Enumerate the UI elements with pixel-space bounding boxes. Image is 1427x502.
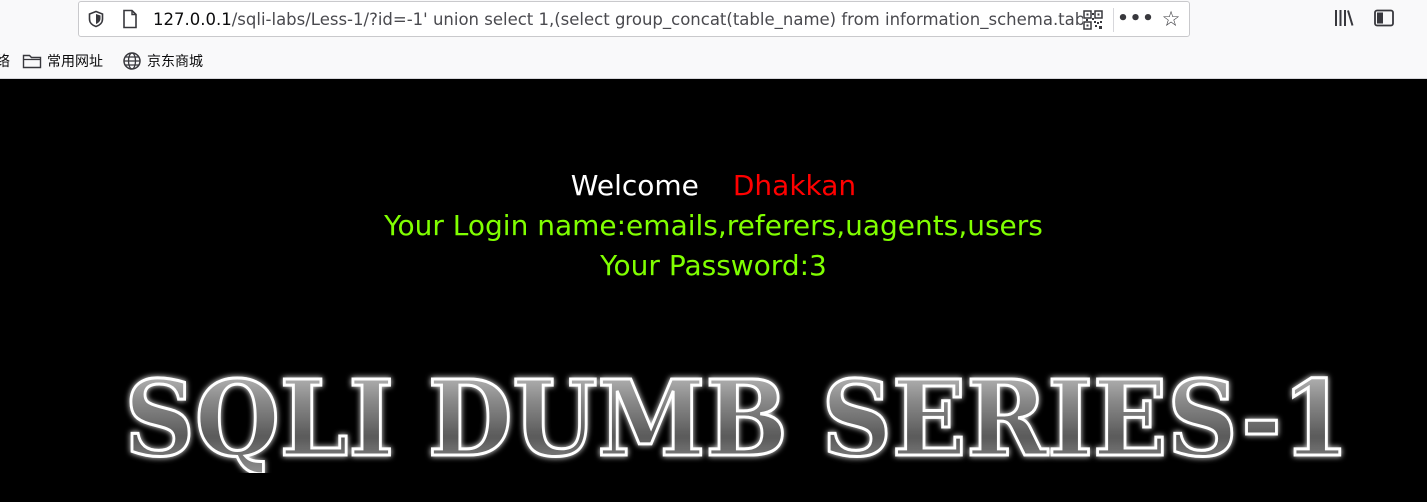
banner-title: SQLI DUMB SERIES-1	[125, 363, 1350, 473]
welcome-text: Welcome	[570, 169, 699, 202]
welcome-line: Welcome Dhakkan	[0, 169, 1427, 203]
folder-icon	[22, 53, 42, 69]
bookmark-folder-common-sites[interactable]: 常用网址	[22, 50, 103, 72]
username: Dhakkan	[732, 169, 857, 202]
toolbar-separator	[1113, 8, 1114, 32]
password-line: Your Password:3	[600, 249, 827, 282]
url-host: 127.0.0.1	[153, 10, 232, 29]
shield-icon[interactable]	[87, 10, 105, 28]
page-info-icon[interactable]	[121, 9, 139, 29]
bookmark-label: 京东商城	[147, 54, 203, 70]
address-bar[interactable]: 127.0.0.1/sqli-labs/Less-1/?id=-1' union…	[78, 1, 1190, 37]
page-content: Welcome Dhakkan Your Login name:emails,re…	[0, 80, 1427, 502]
bookmark-star-icon[interactable]: ☆	[1160, 8, 1182, 30]
qr-code-icon[interactable]	[1083, 10, 1103, 30]
more-actions-icon[interactable]: •••	[1117, 7, 1154, 31]
browser-chrome: 127.0.0.1/sqli-labs/Less-1/?id=-1' union…	[0, 0, 1427, 79]
bookmark-partial-label: 络	[0, 54, 10, 70]
bookmark-jd-mall[interactable]: 京东商城	[122, 50, 203, 72]
bookmark-label: 常用网址	[47, 54, 103, 70]
sidebar-icon[interactable]	[1373, 8, 1395, 28]
url-text[interactable]: 127.0.0.1/sqli-labs/Less-1/?id=-1' union…	[153, 9, 1083, 31]
bookmarks-toolbar: 络 常用网址 京东商城	[0, 44, 1427, 76]
bookmark-partial[interactable]: 络	[0, 50, 10, 72]
url-path: /sqli-labs/Less-1/?id=-1' union select 1…	[231, 10, 1083, 29]
login-name-line: Your Login name:emails,referers,uagents,…	[384, 209, 1043, 242]
banner-logo: SQLI DUMB SERIES-1	[123, 363, 1351, 473]
globe-icon	[122, 51, 142, 71]
library-icon[interactable]	[1333, 8, 1355, 28]
